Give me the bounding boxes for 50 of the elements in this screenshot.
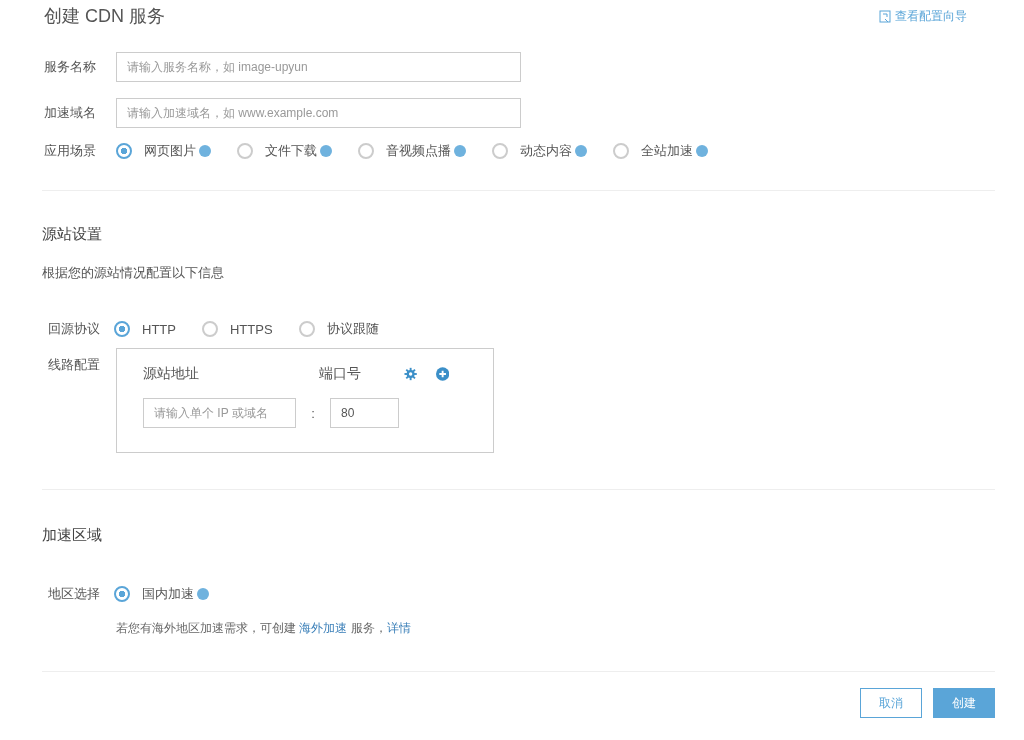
option-label: 动态内容 xyxy=(520,142,572,160)
document-icon xyxy=(879,9,892,23)
field-label: 加速域名 xyxy=(44,104,97,122)
column-header: 端口号 xyxy=(319,365,363,383)
help-icon[interactable] xyxy=(696,145,708,157)
separator: : xyxy=(310,405,316,421)
input-field[interactable]: 请输入加速域名，如 www.example.com xyxy=(116,98,521,128)
help-icon[interactable] xyxy=(197,588,209,600)
field-label: 地区选择 xyxy=(48,585,101,603)
help-icon[interactable] xyxy=(199,145,211,157)
radio-button[interactable] xyxy=(492,143,508,159)
input-field[interactable]: 请输入单个 IP 或域名 xyxy=(143,398,296,428)
create-button[interactable]: 创建 xyxy=(933,688,995,718)
overseas-note: 若您有海外地区加速需求，可创建 海外加速 服务，详情 xyxy=(116,620,412,637)
radio-button[interactable] xyxy=(201,321,218,337)
radio-button[interactable] xyxy=(298,321,315,337)
settings-icon[interactable] xyxy=(404,367,418,381)
section-heading: 加速区域 xyxy=(42,526,103,545)
add-icon[interactable] xyxy=(435,367,449,381)
option-label: 音视频点播 xyxy=(386,142,451,160)
overseas-link[interactable]: 海外加速 xyxy=(299,621,348,635)
radio-button[interactable] xyxy=(237,143,253,159)
field-label: 线路配置 xyxy=(48,356,101,374)
radio-button[interactable] xyxy=(114,586,130,602)
field-label: 服务名称 xyxy=(44,58,97,76)
option-label: 国内加速 xyxy=(142,585,194,603)
section-description: 根据您的源站情况配置以下信息 xyxy=(42,264,225,282)
section-heading: 源站设置 xyxy=(42,225,103,244)
radio-button[interactable] xyxy=(116,143,132,159)
page-title: 创建 CDN 服务 xyxy=(44,5,165,28)
help-icon[interactable] xyxy=(575,145,587,157)
option-label: 网页图片 xyxy=(144,142,196,160)
option-label: HTTP xyxy=(142,321,176,337)
details-link[interactable]: 详情 xyxy=(386,621,411,635)
input-field[interactable]: 请输入服务名称，如 image-upyun xyxy=(116,52,521,82)
column-header: 源站地址 xyxy=(143,365,200,383)
field-label: 回源协议 xyxy=(48,320,101,338)
config-guide-link[interactable]: 查看配置向导 xyxy=(879,7,967,25)
radio-button[interactable] xyxy=(114,321,130,337)
radio-button[interactable] xyxy=(358,143,374,159)
option-label: 协议跟随 xyxy=(326,320,379,338)
cancel-button[interactable]: 取消 xyxy=(860,688,922,718)
option-label: HTTPS xyxy=(229,321,273,337)
option-label: 全站加速 xyxy=(641,142,693,160)
field-label: 应用场景 xyxy=(44,142,97,160)
option-label: 文件下载 xyxy=(265,142,317,160)
help-icon[interactable] xyxy=(454,145,466,157)
radio-button[interactable] xyxy=(613,143,629,159)
help-icon[interactable] xyxy=(320,145,332,157)
input-field[interactable]: 80 xyxy=(330,398,399,428)
